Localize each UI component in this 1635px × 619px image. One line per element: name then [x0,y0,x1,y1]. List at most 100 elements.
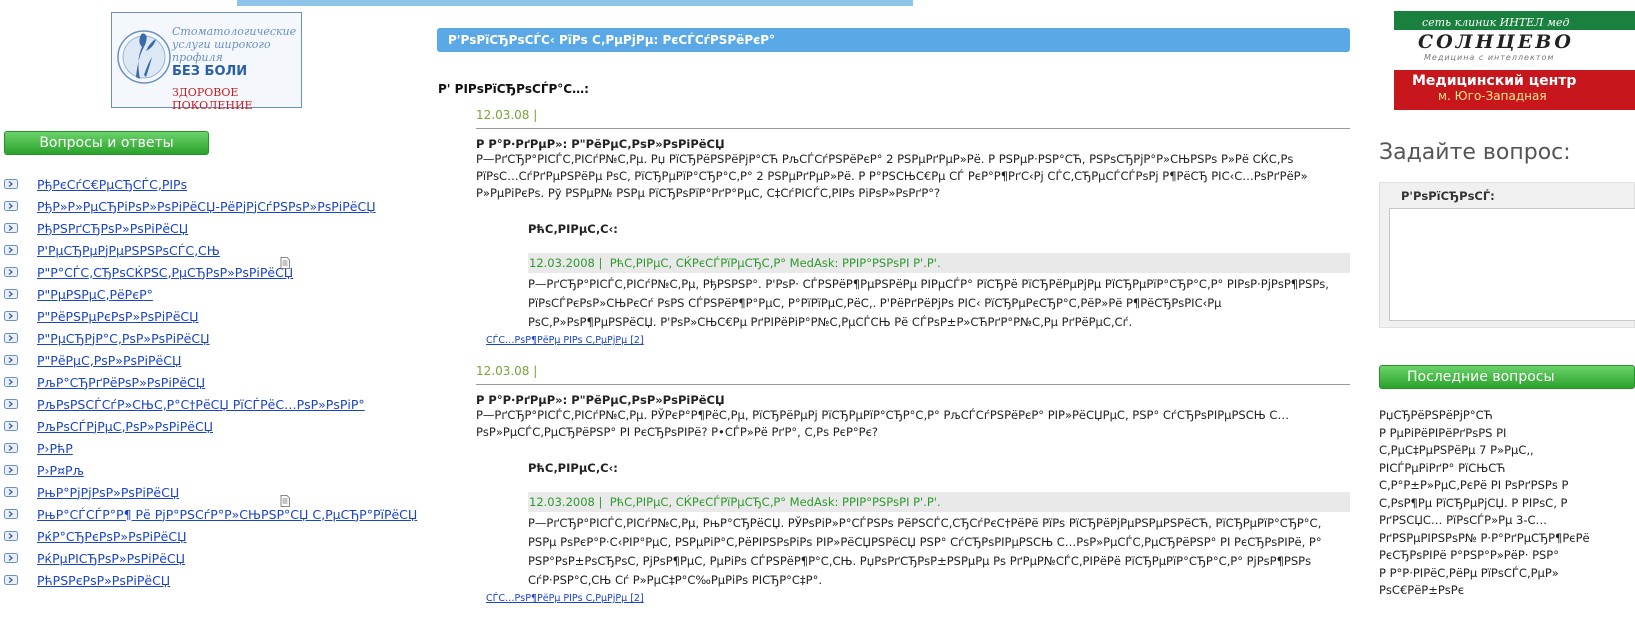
ad-organization: ЗДОРОВОЕ ПОКОЛЕНИЕ [172,86,253,112]
sidebar-item[interactable]: РљРѕСЃРјРµС‚РѕР»РѕРіРёСЏ [4,415,417,437]
clinic-red-band: Медицинский центр м. Юго-Западная [1394,70,1635,110]
dental-ad-banner[interactable]: Стоматологические услуги широкого профил… [111,12,302,112]
sidebar-item[interactable]: РђРЅРґСЂРѕР»РѕРіРёСЏ [4,217,417,239]
similar-questions-link[interactable]: СЃС…РѕР¶РёРµ РІРѕ С‚РµРјРµ [2] [486,593,644,604]
sidebar-link[interactable]: РђР»Р»РµСЂРіРѕР»РѕРіРёСЏ-РёРјРјСѓРЅРѕР»Р… [37,199,376,214]
sidebar-link[interactable]: Р"Р°СЃС‚СЂРѕСЌРЅС‚РµСЂРѕР»РѕРіРёСЏ [37,265,293,280]
ask-question-title: Задайте вопрос: [1379,140,1571,165]
sidebar-link[interactable]: Р"РёРµС‚РѕР»РѕРіРёСЏ [37,353,181,368]
association-logo-icon [117,30,171,84]
recent-question-line[interactable]: С‚РѕР¶Рµ РїСЂРµРјСЏ. Р РІРѕС‚ Р [1379,495,1635,513]
sidebar-item[interactable]: Р"РёРЅРµРєРѕР»РѕРіРёСЏ [4,305,417,327]
similar-questions-link[interactable]: СЃС…РѕР¶РёРµ РІРѕ С‚РµРјРµ [2] [486,335,644,346]
category-list: РђРєСѓС€РµСЂСЃС‚РІРѕ РђР»Р»РµСЂРіРѕР»РѕРі… [4,173,417,591]
arrow-bullet-icon [4,399,18,409]
question-text: Р—РґСЂР°РІСЃС‚РІСѓР№С‚Рµ. Рџ РїСЂРёРЅРёР… [476,152,1308,200]
recent-question-line[interactable]: РџСЂРёРЅРёРјР°СЋ [1379,407,1635,425]
sidebar-link[interactable]: Р"РµСЂРјР°С‚РѕР»РѕРіРёСЏ [37,331,210,346]
clinic-ad-banner[interactable]: сеть клиник ИНТЕЛ мед СОЛНЦЕВО Медицина … [1394,11,1635,110]
sidebar-link[interactable]: РљРѕСЃРјРµС‚РѕР»РѕРіРёСЏ [37,419,213,434]
sidebar-item[interactable]: РњР°СЃСЃР°Р¶ Рё РјР°РЅСѓР°Р»СЊРЅР°СЏ С‚Р… [4,503,417,525]
question-date: 12.03.08 | [476,364,1350,385]
sidebar-item[interactable]: РќРµРІСЂРѕР»РѕРіРёСЏ [4,547,417,569]
recent-question-line[interactable]: С‚Р°Р±Р»РµС‚РєРё РІ РѕРґРЅРѕ Р [1379,477,1635,495]
arrow-bullet-icon [4,333,18,343]
sidebar-item[interactable]: Р›Р¤Рљ [4,459,417,481]
sidebar-item[interactable]: РђРєСѓС€РµСЂСЃС‚РІРѕ [4,173,417,195]
clinic-name: СОЛНЦЕВО [1418,31,1574,53]
sidebar-link[interactable]: РњР°РјРјРѕР»РѕРіРёСЏ [37,485,179,500]
sidebar-link[interactable]: РђРєСѓС€РµСЂСЃС‚РІРѕ [37,177,187,192]
ad-tagline: Стоматологические услуги широкого профил… [172,25,297,64]
question-item: 12.03.08 | Р Р°Р·РґРµР»: Р"РёРµС‚РѕР»РѕР… [476,364,1350,604]
recent-question-line[interactable]: С‚РµС‡РµРЅРёРµ 7 Р»РµС‚, [1379,442,1635,460]
sidebar-item[interactable]: РљРѕРЅСЃСѓР»СЊС‚Р°С†РёСЏ РїСЃРёС…РѕР»РѕР… [4,393,417,415]
answer-expert: РћС‚РІРµС‚ СЌРєСЃРїРµСЂС‚Р° MedAsk: РРІР… [609,495,941,509]
question-item: 12.03.08 | Р Р°Р·РґРµР»: Р"РёРµС‚РѕР»РѕР… [476,108,1350,346]
answer-text: Р—РґСЂР°РІСЃС‚РІСѓР№С‚Рµ, РњР°СЂРёСЏ. РЎ… [528,516,1322,587]
question-text: Р—РґСЂР°РІСЃС‚РІСѓР№С‚Рµ. РЎРєР°Р¶РёС‚Рµ… [476,408,1289,439]
document-icon [280,257,290,269]
clinic-center: Медицинский центр [1412,73,1577,89]
recent-questions-button[interactable]: Последние вопросы [1379,365,1635,389]
recent-question-line[interactable]: РІСЃРµРіРґР° РїСЊСЋ [1379,460,1635,478]
arrow-bullet-icon [4,421,18,431]
arrow-bullet-icon [4,267,18,277]
question-category: Р Р°Р·РґРµР»: Р"РёРµС‚РѕР»РѕРіРёСЏ [476,137,725,151]
recent-question-line[interactable]: Р Р°Р·РІРёС‚РёРµ РїРѕСЃС‚РµР» [1379,565,1635,583]
recent-questions-list: РџСЂРёРЅРёРјР°СЋ Р РµРіРёРІРёРґРѕРЅ РІ С‚Р… [1379,407,1635,600]
arrow-bullet-icon [4,553,18,563]
arrow-bullet-icon [4,179,18,189]
recent-question-line[interactable]: РґРЅРµРІРЅРѕР№ Р·Р°РґРµСЂР¶РєРё [1379,530,1635,548]
clinic-network: сеть клиник ИНТЕЛ мед [1394,15,1635,30]
sidebar-item[interactable]: Р"Р°СЃС‚СЂРѕСЌРЅС‚РµСЂРѕР»РѕРіРёСЏ [4,261,417,283]
sidebar-item[interactable]: Р'РµСЂРµРјРµРЅРЅРѕСЃС‚СЊ [4,239,417,261]
sidebar-link[interactable]: РњР°СЃСЃР°Р¶ Рё РјР°РЅСѓР°Р»СЊРЅР°СЏ С‚Р… [37,507,417,522]
sidebar-item[interactable]: Р›РћР [4,437,417,459]
sidebar-link[interactable]: РћРЅРєРѕР»РѕРіРёСЏ [37,573,170,588]
answer-header: 12.03.2008 | РћС‚РІРµС‚ СЌРєСЃРїРµСЂС‚Р°… [528,492,1350,512]
sidebar-link[interactable]: РљР°СЂРґРёРѕР»РѕРіРёСЏ [37,375,205,390]
ad-slogan: БЕЗ БОЛИ [172,64,248,79]
arrow-bullet-icon [4,289,18,299]
answer-header: 12.03.2008 | РћС‚РІРµС‚ СЌРєСЃРїРµСЂС‚Р°… [528,253,1350,273]
question-category: Р Р°Р·РґРµР»: Р"РёРµС‚РѕР»РѕРіРёСЏ [476,393,725,407]
sidebar-item[interactable]: Р"РµСЂРјР°С‚РѕР»РѕРіРёСЏ [4,327,417,349]
sidebar-item[interactable]: РќР°СЂРєРѕР»РѕРіРёСЏ [4,525,417,547]
question-field-label: Р'РѕРїСЂРѕСЃ: [1401,189,1495,203]
top-stripe [237,0,913,6]
sidebar-link[interactable]: Р›Р¤Рљ [37,463,84,478]
arrow-bullet-icon [4,355,18,365]
arrow-bullet-icon [4,311,18,321]
answer-expert: РћС‚РІРµС‚ СЌРєСЃРїРµСЂС‚Р° MedAsk: РРІР… [609,256,941,270]
sidebar-link[interactable]: Р"РµРЅРµС‚РёРєР° [37,287,153,302]
recent-question-line[interactable]: РґРЅСЏС… РїРѕСЃР»Рµ 3-С… [1379,512,1635,530]
arrow-bullet-icon [4,245,18,255]
arrow-bullet-icon [4,509,18,519]
recent-question-line[interactable]: РєСЂРѕРІРё Р°РЅР°Р»РёР· РЅР° [1379,547,1635,565]
ask-question-form: Р'РѕРїСЂРѕСЃ: [1379,182,1635,328]
arrow-bullet-icon [4,465,18,475]
sidebar-link[interactable]: РђРЅРґСЂРѕР»РѕРіРёСЏ [37,221,188,236]
sidebar-item[interactable]: Р"РёРµС‚РѕР»РѕРіРёСЏ [4,349,417,371]
sidebar-link[interactable]: РќРµРІСЂРѕР»РѕРіРёСЏ [37,551,185,566]
question-textarea[interactable] [1389,208,1635,321]
sidebar-item[interactable]: РћРЅРєРѕР»РѕРіРёСЏ [4,569,417,591]
answer-date: 12.03.2008 | [529,256,603,270]
sidebar-item[interactable]: РњР°РјРјРѕР»РѕРіРёСЏ [4,481,417,503]
qa-button[interactable]: Вопросы и ответы [4,131,209,155]
sidebar-link[interactable]: Р"РёРЅРµРєРѕР»РѕРіРёСЏ [37,309,199,324]
sidebar-link[interactable]: Р'РµСЂРµРјРµРЅРЅРѕСЃС‚СЊ [37,243,220,258]
arrow-bullet-icon [4,531,18,541]
recent-question-line[interactable]: РѕС€РёР±РѕРє [1379,582,1635,600]
sidebar-item[interactable]: РђР»Р»РµСЂРіРѕР»РѕРіРёСЏ-РёРјРјСѓРЅРѕР»Р… [4,195,417,217]
sidebar-link[interactable]: РљРѕРЅСЃСѓР»СЊС‚Р°С†РёСЏ РїСЃРёС…РѕР»РѕР… [37,397,365,412]
answers-label: РћС‚РІРµС‚С‹: [528,461,618,475]
recent-question-line[interactable]: Р РµРіРёРІРёРґРѕРЅ РІ [1379,425,1635,443]
sidebar-link[interactable]: РќР°СЂРєРѕР»РѕРіРёСЏ [37,529,186,544]
sidebar-item[interactable]: Р"РµРЅРµС‚РёРєР° [4,283,417,305]
sidebar-item[interactable]: РљР°СЂРґРёРѕР»РѕРіРёСЏ [4,371,417,393]
sidebar-link[interactable]: Р›РћР [37,441,73,456]
topic-header: Р'РѕРїСЂРѕСЃС‹ РїРѕ С‚РµРјРµ: РєСЃСѓРЅРё… [437,28,1350,52]
clinic-subtitle: Медицина с интеллектом [1424,53,1555,62]
